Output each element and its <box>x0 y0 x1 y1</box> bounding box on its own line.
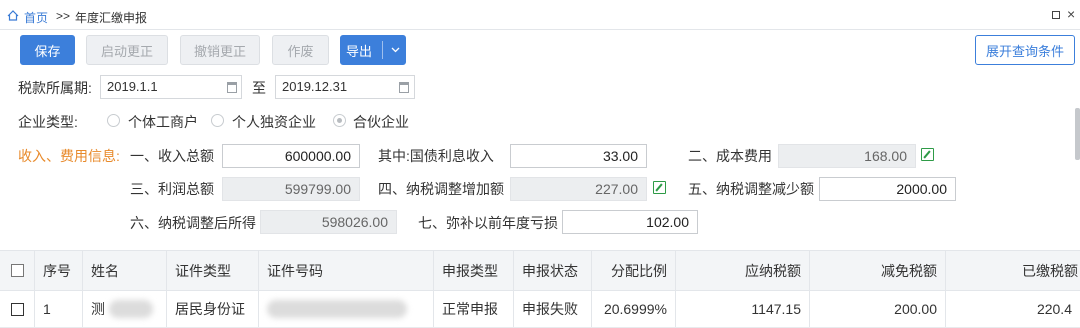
select-all-checkbox[interactable] <box>10 264 24 277</box>
cell-name: 测 <box>83 291 167 327</box>
header-tax-paid[interactable]: 已缴税额 <box>946 251 1080 290</box>
option-individual-business[interactable]: 个体工商户 <box>128 112 198 132</box>
radio-sole-proprietorship[interactable] <box>211 114 224 127</box>
edit-icon[interactable] <box>653 181 666 194</box>
adjusted-income-label: 六、纳税调整后所得 <box>130 215 256 231</box>
save-button[interactable]: 保存 <box>20 35 75 65</box>
cost-label: 二、成本费用 <box>688 148 772 164</box>
breadcrumb-current-page: 年度汇缴申报 <box>75 11 148 25</box>
header-status[interactable]: 申报状态 <box>514 251 592 290</box>
adjust-decrease-label: 五、纳税调整减少额 <box>688 181 814 197</box>
option-sole-proprietorship[interactable]: 个人独资企业 <box>232 112 316 132</box>
header-tax-reduction[interactable]: 减免税额 <box>810 251 946 290</box>
header-id-type[interactable]: 证件类型 <box>167 251 259 290</box>
adjusted-income-input: 598026.00 <box>260 210 397 234</box>
chevron-down-icon <box>391 47 400 53</box>
adjust-increase-label: 四、纳税调整增加额 <box>378 181 504 197</box>
adjust-decrease-input[interactable]: 2000.00 <box>819 177 956 201</box>
loss-cover-label: 七、弥补以前年度亏损 <box>418 215 558 231</box>
export-label: 导出 <box>345 43 372 59</box>
bond-interest-input[interactable]: 33.00 <box>510 144 647 168</box>
cell-tax-paid: 220.4 <box>1036 301 1072 317</box>
expand-query-button[interactable]: 展开查询条件 <box>975 35 1075 65</box>
void-button[interactable]: 作废 <box>272 35 329 65</box>
redacted-blur <box>267 300 407 318</box>
cancel-correction-button[interactable]: 撤销更正 <box>180 35 260 65</box>
calendar-icon[interactable] <box>227 82 237 93</box>
total-income-input[interactable]: 600000.00 <box>222 144 360 168</box>
calendar-icon[interactable] <box>399 82 409 93</box>
redacted-blur <box>109 300 153 318</box>
select-all-cell <box>0 251 35 290</box>
option-partnership[interactable]: 合伙企业 <box>353 112 409 132</box>
row-select-cell <box>0 291 35 327</box>
scrollbar-thumb[interactable] <box>1075 108 1080 160</box>
start-correction-button[interactable]: 启动更正 <box>86 35 168 65</box>
profit-label: 三、利润总额 <box>130 181 214 197</box>
breadcrumb-home-link[interactable]: 首页 <box>24 9 48 26</box>
adjust-increase-input: 227.00 <box>510 177 647 201</box>
cell-tax-payable: 1147.15 <box>676 291 810 327</box>
restore-icon[interactable] <box>1052 11 1060 19</box>
edit-icon[interactable] <box>921 148 934 161</box>
profit-input: 599799.00 <box>222 177 360 201</box>
header-index[interactable]: 序号 <box>35 251 83 290</box>
enterprise-type-label: 企业类型: <box>18 114 78 130</box>
cell-id-type: 居民身份证 <box>167 291 259 327</box>
period-label: 税款所属期: <box>18 80 92 96</box>
close-icon[interactable]: × <box>1067 6 1075 22</box>
header-tax-payable[interactable]: 应纳税额 <box>676 251 810 290</box>
income-section-label: 收入、费用信息: <box>18 148 120 164</box>
export-dropdown-button[interactable]: 导出 <box>340 35 406 65</box>
period-end-input[interactable]: 2019.12.31 <box>275 75 415 99</box>
table-header: 序号 姓名 证件类型 证件号码 申报类型 申报状态 分配比例 应纳税额 减免税额… <box>0 250 1080 291</box>
radio-individual-business[interactable] <box>107 114 120 127</box>
cell-id-number <box>259 291 434 327</box>
header-ratio[interactable]: 分配比例 <box>592 251 676 290</box>
period-start-input[interactable]: 2019.1.1 <box>100 75 242 99</box>
cell-ratio: 20.6999% <box>592 291 676 327</box>
home-icon[interactable] <box>7 10 19 21</box>
cell-declare-type: 正常申报 <box>434 291 514 327</box>
name-text: 测 <box>91 301 105 317</box>
total-income-label: 一、收入总额 <box>130 148 214 164</box>
header-name[interactable]: 姓名 <box>83 251 167 290</box>
table-row[interactable]: 1 测 居民身份证 正常申报 申报失败 20.6999% 1147.15 200… <box>0 291 1080 328</box>
period-to-label: 至 <box>252 80 266 96</box>
breadcrumb-separator: >> <box>56 9 71 23</box>
cost-input: 168.00 <box>778 144 916 168</box>
header-declare-type[interactable]: 申报类型 <box>434 251 514 290</box>
bond-interest-label: 其中:国债利息收入 <box>378 148 494 164</box>
cell-tax-reduction: 200.00 <box>810 291 946 327</box>
breadcrumb-bar <box>0 0 1080 30</box>
radio-partnership[interactable] <box>333 114 346 127</box>
header-id-number[interactable]: 证件号码 <box>259 251 434 290</box>
row-checkbox[interactable] <box>10 302 24 316</box>
cell-status: 申报失败 <box>514 291 592 327</box>
cell-index: 1 <box>35 291 83 327</box>
loss-cover-input[interactable]: 102.00 <box>562 210 698 234</box>
